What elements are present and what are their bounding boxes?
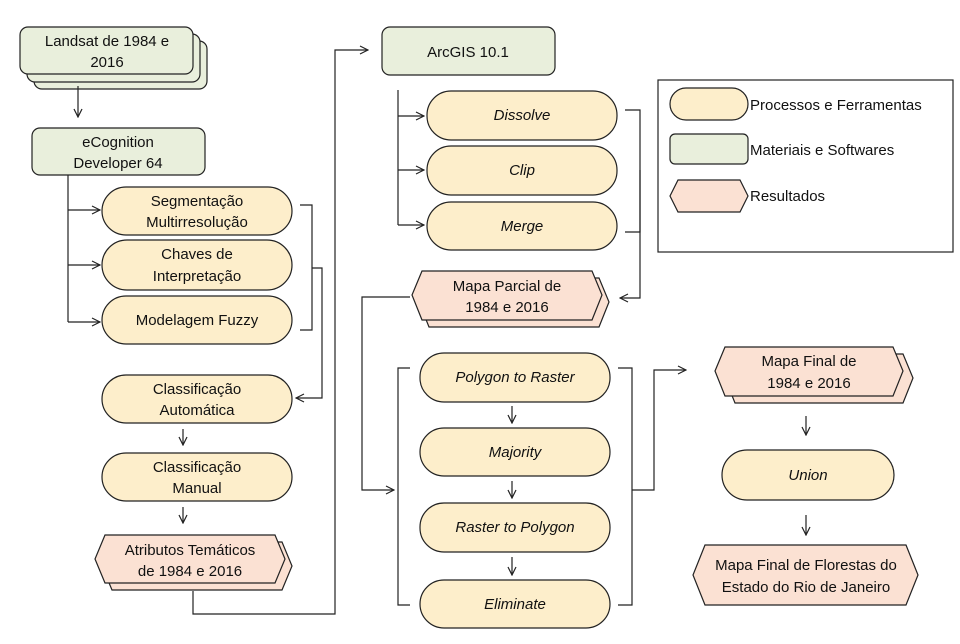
- node-polygon-to-raster: Polygon to Raster: [419, 352, 611, 403]
- node-clip: Clip: [426, 145, 618, 196]
- node-text: Classificação: [153, 381, 241, 398]
- node-text: Estado do Rio de Janeiro: [722, 579, 890, 596]
- legend-swatch-result: [669, 179, 749, 213]
- node-mapa-florestas: Mapa Final de Florestas do Estado do Rio…: [692, 544, 919, 606]
- node-merge: Merge: [426, 201, 618, 251]
- node-text: Manual: [172, 480, 221, 497]
- node-text: Mapa Parcial de: [453, 278, 561, 295]
- node-text: Chaves de: [161, 246, 233, 263]
- node-text: Multirresolução: [146, 214, 248, 231]
- node-text: Mapa Final de: [761, 353, 856, 370]
- node-text: ArcGIS 10.1: [427, 44, 509, 61]
- node-text: Landsat de 1984 e: [45, 33, 169, 50]
- node-landsat: Landsat de 1984 e 2016: [19, 26, 208, 90]
- node-segmentacao: Segmentação Multirresolução: [101, 186, 293, 236]
- node-text: Automática: [159, 402, 235, 419]
- node-majority: Majority: [419, 427, 611, 477]
- legend-label-process: Processos e Ferramentas: [750, 97, 922, 114]
- node-text: Eliminate: [484, 596, 546, 613]
- node-text: Majority: [489, 444, 543, 461]
- node-text: Raster to Polygon: [455, 519, 574, 536]
- node-text: Polygon to Raster: [455, 369, 575, 386]
- node-text: 2016: [90, 54, 123, 71]
- node-eliminate: Eliminate: [419, 579, 611, 629]
- flowchart: Landsat de 1984 e 2016 eCognition Develo…: [19, 26, 954, 629]
- node-text: Developer 64: [73, 155, 162, 172]
- node-class-auto: Classificação Automática: [101, 374, 293, 424]
- node-text: Atributos Temáticos: [125, 542, 256, 559]
- bracket: [397, 367, 410, 606]
- node-dissolve: Dissolve: [426, 90, 618, 141]
- node-ecognition: eCognition Developer 64: [31, 127, 206, 176]
- connector: [361, 296, 410, 490]
- node-text: Mapa Final de Florestas do: [715, 557, 897, 574]
- node-raster-to-polygon: Raster to Polygon: [419, 502, 611, 553]
- connector: [296, 267, 323, 398]
- node-fuzzy: Modelagem Fuzzy: [101, 295, 293, 345]
- node-mapa-parcial: Mapa Parcial de 1984 e 2016: [411, 270, 610, 328]
- node-text: Union: [788, 467, 827, 484]
- node-text: 1984 e 2016: [767, 375, 850, 392]
- node-mapa-final: Mapa Final de 1984 e 2016: [714, 346, 914, 404]
- legend: Processos e Ferramentas Materiais e Soft…: [657, 79, 954, 253]
- node-text: Interpretação: [153, 268, 241, 285]
- node-class-manual: Classificação Manual: [101, 452, 293, 502]
- node-arcgis: ArcGIS 10.1: [381, 26, 556, 76]
- node-text: Dissolve: [494, 107, 551, 124]
- legend-label-result: Resultados: [750, 188, 825, 205]
- connector: [632, 370, 686, 491]
- node-atributos: Atributos Temáticos de 1984 e 2016: [94, 534, 293, 591]
- legend-swatch-material: [669, 133, 749, 165]
- node-text: Merge: [501, 218, 544, 235]
- bracket: [300, 204, 313, 331]
- bracket: [618, 367, 633, 606]
- legend-swatch-process: [669, 87, 749, 121]
- connector: [620, 170, 641, 298]
- legend-label-material: Materiais e Softwares: [750, 142, 894, 159]
- node-text: Classificação: [153, 459, 241, 476]
- node-text: de 1984 e 2016: [138, 563, 242, 580]
- node-text: 1984 e 2016: [465, 299, 548, 316]
- bracket: [625, 109, 641, 233]
- node-chaves: Chaves de Interpretação: [101, 239, 293, 291]
- node-text: Clip: [509, 162, 535, 179]
- node-union: Union: [721, 449, 895, 501]
- node-text: Segmentação: [151, 193, 244, 210]
- node-text: eCognition: [82, 134, 154, 151]
- node-text: Modelagem Fuzzy: [136, 312, 259, 329]
